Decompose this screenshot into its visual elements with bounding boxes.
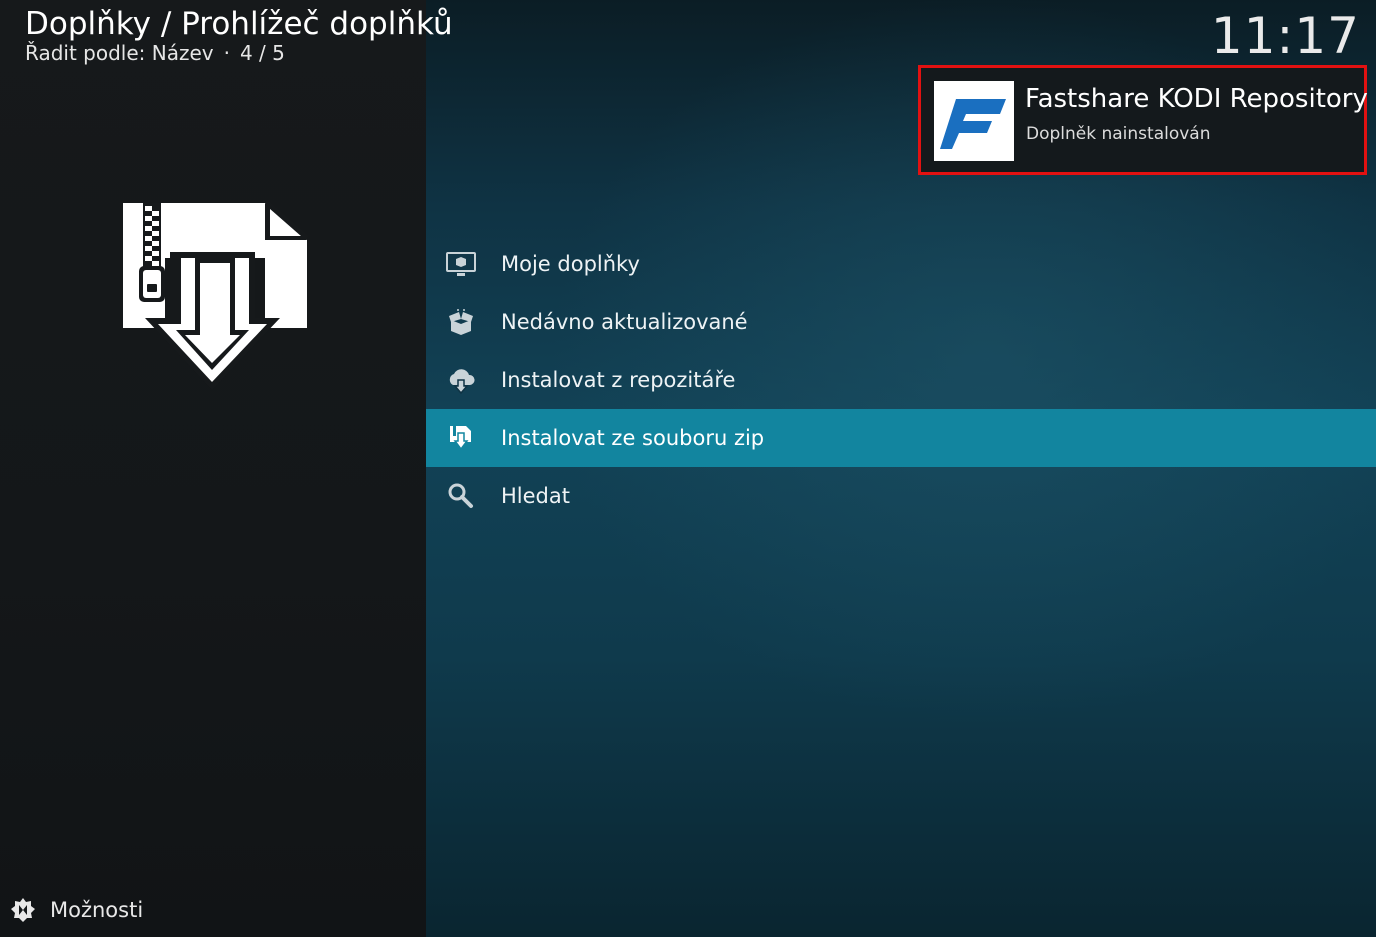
zip-install-icon: [450, 426, 471, 451]
notification-thumbnail: [934, 81, 1014, 161]
menu-item-label: Moje doplňky: [501, 252, 640, 276]
menu-item-install-from-zip[interactable]: Instalovat ze souboru zip: [426, 409, 1376, 467]
item-position: 4 / 5: [239, 41, 285, 65]
left-panel: Doplňky / Prohlížeč doplňků Řadit podle:…: [0, 0, 453, 937]
sort-info: Řadit podle: Název · 4 / 5: [25, 40, 285, 66]
menu-item-label: Instalovat ze souboru zip: [501, 426, 765, 450]
options-button[interactable]: Možnosti: [10, 893, 143, 927]
options-label: Možnosti: [50, 898, 144, 922]
menu-item-my-addons[interactable]: Moje doplňky: [426, 235, 1376, 293]
notification-toast: Fastshare KODI Repository Doplněk nainst…: [918, 65, 1368, 175]
monitor-box-icon: [446, 252, 476, 276]
menu-item-label: Nedávno aktualizované: [501, 310, 748, 334]
install-from-zip-icon: [123, 201, 309, 390]
notification-message: Doplněk nainstalován: [1026, 124, 1211, 144]
menu-item-label: Hledat: [501, 484, 570, 508]
kodi-addon-browser: Doplňky / Prohlížeč doplňků Řadit podle:…: [0, 0, 1376, 937]
sort-label: Řadit podle: Název: [25, 41, 214, 65]
menu-item-label: Instalovat z repozitáře: [501, 368, 736, 392]
menu-item-search[interactable]: Hledat: [426, 467, 1376, 525]
options-gear-icon: [11, 898, 35, 922]
menu-item-recently-updated[interactable]: Nedávno aktualizované: [426, 293, 1376, 351]
notification-title: Fastshare KODI Repository: [1025, 84, 1368, 114]
page-title: Doplňky / Prohlížeč doplňků: [25, 6, 453, 42]
clock: 11:17: [1210, 7, 1360, 65]
open-box-icon: [449, 309, 473, 335]
fastshare-logo-icon: [940, 99, 1006, 149]
cloud-download-icon: [449, 369, 475, 394]
search-icon: [448, 483, 473, 508]
addon-menu: Moje doplňky Nedávno aktualizované Insta…: [426, 235, 1376, 525]
separator: ·: [223, 41, 230, 65]
menu-item-install-from-repository[interactable]: Instalovat z repozitáře: [426, 351, 1376, 409]
